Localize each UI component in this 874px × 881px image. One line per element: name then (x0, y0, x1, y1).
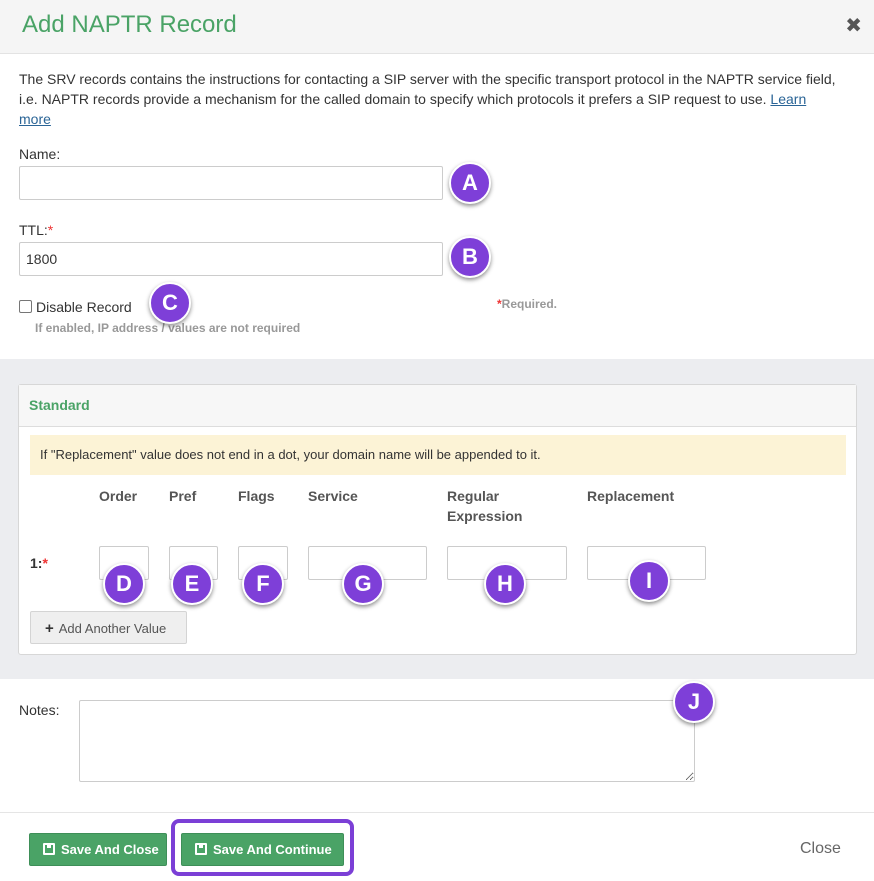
ttl-label-text: TTL: (19, 222, 48, 238)
required-note-text: Required. (501, 297, 558, 311)
row-number: 1: (30, 555, 43, 571)
marker-b: B (449, 236, 491, 278)
dialog-title: Add NAPTR Record (22, 11, 237, 38)
marker-e: E (171, 563, 213, 605)
column-replacement: Replacement (587, 488, 675, 504)
save-and-continue-button[interactable]: Save And Continue (181, 833, 344, 866)
name-input[interactable] (19, 166, 443, 200)
name-label: Name: (19, 146, 61, 162)
marker-d: D (103, 563, 145, 605)
marker-f: F (242, 563, 284, 605)
column-pref: Pref (169, 488, 197, 504)
plus-icon: + (45, 620, 54, 637)
add-another-value-button[interactable]: + Add Another Value (30, 611, 187, 644)
column-regular-expression: Regular Expression (447, 488, 523, 524)
ttl-required-mark: * (47, 222, 54, 238)
column-order: Order (99, 488, 138, 504)
ttl-label: TTL:* (19, 222, 53, 238)
disable-record-checkbox[interactable] (19, 300, 32, 313)
row-label: 1:* (30, 555, 48, 571)
marker-i: I (628, 560, 670, 602)
marker-a: A (449, 162, 491, 204)
save-and-continue-label: Save And Continue (213, 842, 332, 857)
marker-j: J (673, 681, 715, 723)
disable-record-label[interactable]: Disable Record (36, 299, 132, 315)
save-icon (195, 843, 207, 855)
row-required-mark: * (42, 555, 48, 571)
save-and-close-button[interactable]: Save And Close (29, 833, 167, 866)
standard-panel-header: Standard (19, 385, 856, 427)
description: The SRV records contains the instruction… (19, 69, 839, 129)
column-service: Service (308, 488, 358, 504)
add-another-value-label: Add Another Value (58, 621, 167, 636)
notes-textarea[interactable] (79, 700, 695, 782)
notes-label: Notes: (19, 702, 60, 718)
ttl-input[interactable] (19, 242, 443, 276)
marker-c: C (149, 282, 191, 324)
marker-h: H (484, 563, 526, 605)
save-icon (43, 843, 55, 855)
standard-heading: Standard (29, 397, 90, 413)
dialog-header: Add NAPTR Record ✖ (0, 0, 874, 54)
footer-divider (0, 812, 874, 813)
description-text: The SRV records contains the instruction… (19, 71, 836, 107)
close-icon[interactable]: ✖ (845, 14, 862, 38)
close-button[interactable]: Close (800, 840, 841, 858)
marker-g: G (342, 563, 384, 605)
save-and-close-label: Save And Close (61, 842, 159, 857)
required-note: *Required. (497, 297, 557, 311)
replacement-alert: If "Replacement" value does not end in a… (30, 435, 846, 475)
column-flags: Flags (238, 488, 275, 504)
